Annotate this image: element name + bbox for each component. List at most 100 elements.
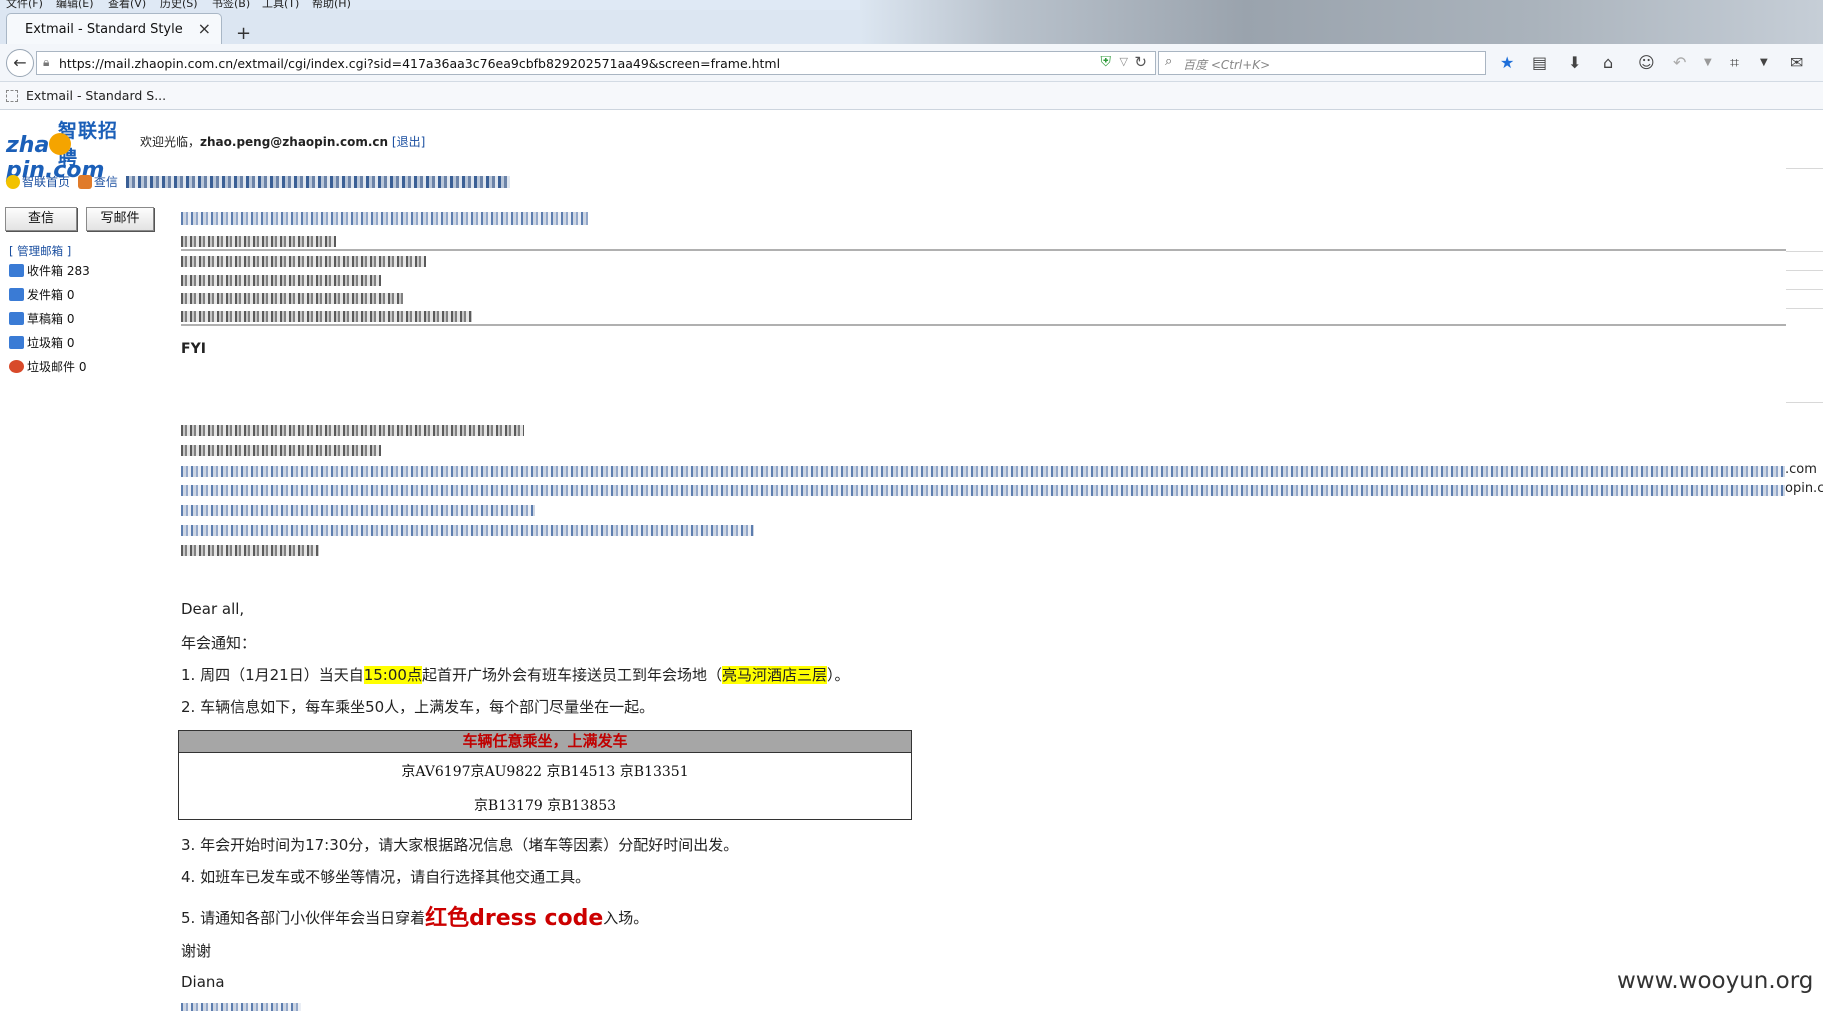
menu-view[interactable]: 查看(V) [108, 0, 146, 10]
lock-icon: 🔒︎ [43, 55, 50, 69]
folder-spam[interactable]: 垃圾邮件 0 [9, 358, 86, 375]
trash-icon [9, 336, 24, 349]
logout-link[interactable]: 退出 [397, 135, 421, 149]
reload-icon[interactable]: ↻ [1134, 53, 1147, 71]
header-cc-obscured [181, 293, 403, 304]
greeting: Dear all, [181, 600, 245, 618]
divider [1786, 308, 1823, 309]
undo-dropdown-icon[interactable]: ▼ [1704, 57, 1712, 68]
notice-item-5: 5. 请通知各部门小伙伴年会当日穿着红色dress code入场。 [181, 900, 648, 932]
logout-close: ] [420, 135, 426, 149]
divider [1786, 402, 1823, 403]
top-navigation: 智联首页 查信 [6, 173, 510, 191]
divider [1786, 168, 1823, 169]
fyi-text: FYI [181, 341, 206, 357]
download-icon[interactable]: ⬇ [1568, 53, 1581, 72]
back-button[interactable]: ← [6, 49, 34, 77]
chat-icon[interactable]: ☺ [1638, 53, 1655, 72]
header-subject-obscured [181, 311, 472, 322]
folder-sent[interactable]: 发件箱 0 [9, 286, 74, 303]
divider [1786, 289, 1823, 290]
zhaopin-logo[interactable]: 智联招聘 zhapin.com [6, 118, 136, 183]
fwd-cc-obscured [181, 505, 535, 516]
address-bar[interactable]: 🔒︎ https://mail.zhaopin.com.cn/extmail/c… [36, 51, 1156, 75]
check-mail-button[interactable]: 查信 [5, 207, 77, 231]
header-to-obscured [181, 275, 381, 286]
spam-icon [9, 360, 24, 373]
signature-name-obscured [181, 1003, 301, 1011]
bookmark-extmail[interactable]: Extmail - Standard S... [6, 88, 166, 103]
thanks-text: 谢谢 [181, 942, 212, 960]
crop-dropdown-icon[interactable]: ▼ [1760, 57, 1768, 68]
bookmark-label: Extmail - Standard S... [26, 88, 167, 103]
search-box[interactable]: ⌕ 百度 <Ctrl+K> [1158, 51, 1486, 75]
crop-icon[interactable]: ⌗ [1730, 53, 1739, 73]
header-date-obscured [181, 236, 336, 247]
fwd-to-cont-obscured [181, 485, 1785, 496]
divider [1786, 251, 1823, 252]
notice-item-4: 4. 如班车已发车或不够坐等情况，请自行选择其他交通工具。 [181, 868, 591, 886]
tab-title: Extmail - Standard Style [25, 22, 183, 37]
folder-trash[interactable]: 垃圾箱 0 [9, 334, 74, 351]
notice-item-3: 3. 年会开始时间为17:30分，请大家根据路况信息（堵车等因素）分配好时间出发… [181, 836, 739, 854]
bookmarks-bar: Extmail - Standard S... [0, 82, 1823, 110]
header-divider-top [181, 249, 1786, 251]
folder-inbox[interactable]: 收件箱 283 [9, 262, 90, 279]
fwd-to-obscured [181, 466, 1785, 477]
shield-icon[interactable]: ⛨ [1101, 54, 1112, 70]
folder-label: 草稿箱 0 [27, 312, 75, 326]
item5-text: 5. 请通知各部门小伙伴年会当日穿着 [181, 909, 426, 927]
undo-icon[interactable]: ↶ [1673, 53, 1686, 72]
folder-drafts[interactable]: 草稿箱 0 [9, 310, 74, 327]
notice-title: 年会通知： [181, 634, 257, 652]
folder-label: 垃圾箱 0 [27, 336, 75, 350]
search-icon: ⌕ [1165, 54, 1173, 69]
message-toolbar-obscured[interactable] [181, 212, 588, 225]
tab-extmail[interactable]: Extmail - Standard Style × [6, 13, 222, 44]
user-email: zhao.peng@zhaopin.com.cn [200, 135, 389, 149]
message-icon[interactable]: ✉ [1790, 53, 1803, 72]
item1-text: 1. 周四（1月21日）当天自 [181, 666, 364, 684]
header-divider-bottom [181, 324, 1786, 326]
lightbulb-icon [6, 175, 20, 189]
search-placeholder: 百度 <Ctrl+K> [1183, 58, 1271, 72]
watermark: www.wooyun.org [1617, 968, 1814, 994]
bookmark-star-icon[interactable]: ★ [1500, 53, 1514, 72]
menu-history[interactable]: 历史(S) [160, 0, 198, 10]
fwd-importance-obscured [181, 545, 319, 556]
overflow-text-2: opin.c [1785, 481, 1823, 496]
item1-text-mid: 起首开广场外会有班车接送员工到年会场地（ [421, 666, 722, 684]
nav-home[interactable]: 智联首页 [22, 175, 70, 189]
welcome-text: 欢迎光临，zhao.peng@zhaopin.com.cn [退出] [140, 133, 425, 150]
nav-check[interactable]: 查信 [94, 175, 118, 189]
folder-label: 垃圾邮件 0 [27, 360, 87, 374]
menu-help[interactable]: 帮助(H) [312, 0, 351, 10]
home-icon[interactable]: ⌂ [1603, 53, 1613, 72]
menu-file[interactable]: 文件(F) [6, 0, 43, 10]
menu-bookmarks[interactable]: 书签(B) [212, 0, 250, 10]
bus-table-row: 京AV6197京AU9822 京B14513 京B13351 [401, 764, 689, 780]
folder-label: 发件箱 0 [27, 288, 75, 302]
fwd-subject-obscured [181, 525, 754, 536]
new-tab-button[interactable]: + [236, 23, 251, 44]
logo-text-left: zha [6, 133, 50, 158]
drafts-icon [9, 312, 24, 325]
dropdown-arrow-icon[interactable]: ▽ [1120, 55, 1128, 68]
house-icon [77, 175, 92, 189]
close-tab-icon[interactable]: × [198, 19, 211, 38]
compose-button[interactable]: 写邮件 [86, 207, 154, 231]
item5-dress-code: 红色dress code [425, 906, 604, 931]
item1-place: 亮马河酒店三层 [721, 666, 827, 684]
signature: Diana [181, 973, 225, 991]
manage-mailbox-link[interactable]: [ 管理邮箱 ] [9, 243, 71, 259]
fwd-sent-obscured [181, 445, 381, 456]
notice-item-2: 2. 车辆信息如下，每车乘坐50人，上满发车，每个部门尽量坐在一起。 [181, 698, 655, 716]
menu-edit[interactable]: 编辑(E) [56, 0, 94, 10]
welcome-label: 欢迎光临， [140, 135, 201, 149]
url-text: https://mail.zhaopin.com.cn/extmail/cgi/… [59, 56, 781, 71]
navigation-bar: ← 🔒︎ https://mail.zhaopin.com.cn/extmail… [0, 44, 1823, 82]
window-titlebar-background [860, 0, 1823, 44]
menu-tools[interactable]: 工具(T) [262, 0, 299, 10]
nav-links-obscured[interactable] [125, 176, 510, 188]
reading-list-icon[interactable]: ▤ [1532, 53, 1547, 72]
